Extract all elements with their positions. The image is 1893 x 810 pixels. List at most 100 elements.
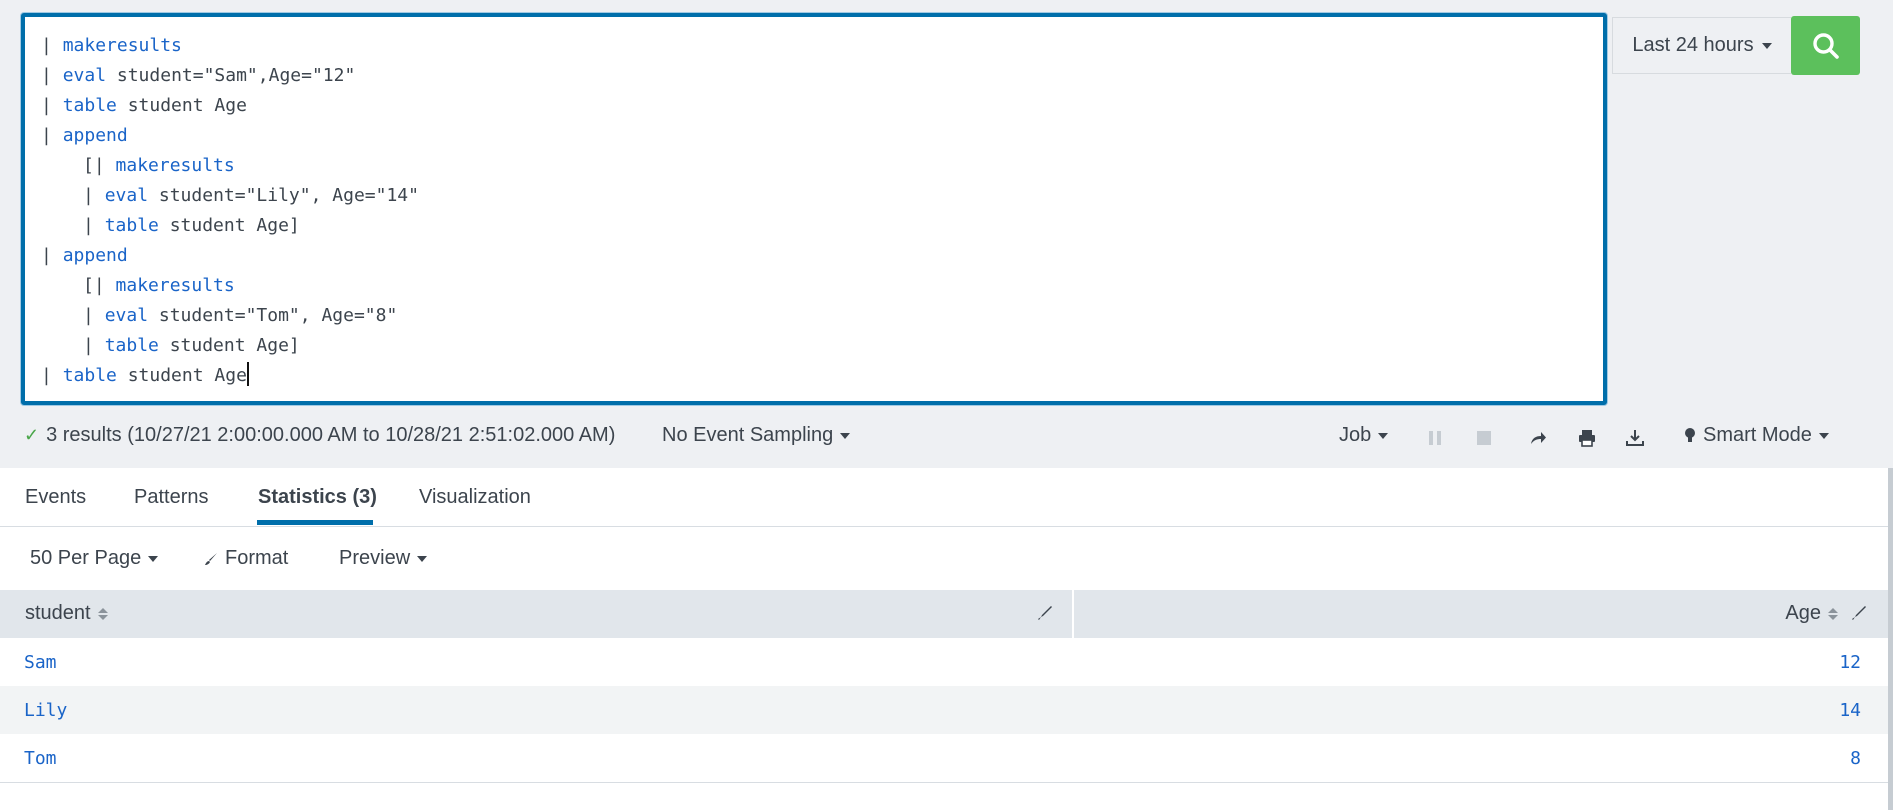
pause-job-button[interactable]	[1425, 428, 1445, 448]
page-footer-area	[0, 783, 1893, 810]
results-controls: 50 Per Page Format Preview	[0, 527, 1893, 590]
query-token: student Age	[116, 95, 247, 116]
active-tab-indicator	[257, 520, 373, 525]
stop-job-button[interactable]	[1474, 428, 1494, 448]
query-line: | eval student="Lily", Age="14"	[41, 181, 419, 211]
table-row: Sam 12	[0, 638, 1893, 686]
tab-statistics[interactable]: Statistics (3)	[258, 486, 377, 509]
query-token: student Age]	[158, 215, 300, 236]
query-command: table	[104, 215, 159, 236]
chevron-down-icon	[1818, 432, 1829, 439]
search-query-editor[interactable]: | makeresults | eval student="Sam",Age="1…	[21, 13, 1607, 405]
query-command: eval	[104, 185, 149, 206]
query-command: table	[104, 335, 159, 356]
time-range-label: Last 24 hours	[1632, 34, 1754, 56]
chevron-down-icon	[417, 555, 428, 562]
query-token: |	[41, 125, 63, 146]
stop-icon	[1477, 431, 1491, 445]
edit-column-icon[interactable]	[1850, 604, 1868, 622]
query-command: eval	[62, 65, 107, 86]
search-button[interactable]	[1791, 16, 1860, 75]
search-icon	[1812, 32, 1839, 59]
column-header-student[interactable]: student	[25, 602, 108, 625]
checkmark-icon: ✓	[24, 425, 40, 445]
chevron-down-icon	[840, 432, 851, 439]
edit-column-icon[interactable]	[1036, 604, 1054, 622]
export-button[interactable]	[1625, 428, 1645, 448]
query-token: |	[41, 65, 63, 86]
tab-patterns[interactable]: Patterns	[134, 486, 208, 509]
table-row: Lily 14	[0, 686, 1893, 734]
query-token: |	[83, 215, 105, 236]
results-count-text: 3 results (10/27/21 2:00:00.000 AM to 10…	[46, 424, 616, 446]
preview-dropdown[interactable]: Preview	[339, 547, 428, 570]
query-line: | table student Age	[41, 361, 419, 391]
paintbrush-icon	[205, 552, 217, 565]
column-divider	[1072, 590, 1074, 638]
chevron-down-icon	[1761, 42, 1772, 49]
student-cell[interactable]: Tom	[24, 748, 57, 769]
query-command: eval	[104, 305, 149, 326]
share-icon	[1531, 432, 1546, 444]
search-mode-dropdown[interactable]: Smart Mode	[1684, 424, 1829, 447]
pause-icon	[1429, 431, 1441, 445]
search-query-text[interactable]: | makeresults | eval student="Sam",Age="1…	[41, 31, 419, 391]
job-menu[interactable]: Job	[1339, 424, 1389, 447]
results-table-header: student Age	[0, 590, 1893, 638]
age-cell[interactable]: 12	[1839, 652, 1861, 673]
tab-events[interactable]: Events	[25, 486, 86, 509]
per-page-dropdown[interactable]: 50 Per Page	[30, 547, 159, 570]
query-token: |	[41, 95, 63, 116]
query-token: student="Lily", Age="14"	[148, 185, 419, 206]
table-row: Tom 8	[0, 734, 1893, 782]
share-job-button[interactable]	[1528, 428, 1548, 448]
tab-visualization[interactable]: Visualization	[419, 486, 531, 509]
age-cell[interactable]: 8	[1850, 748, 1861, 769]
query-line: [| makeresults	[41, 271, 419, 301]
scrollbar[interactable]	[1888, 468, 1893, 810]
query-token: student Age]	[158, 335, 300, 356]
time-range-picker[interactable]: Last 24 hours	[1612, 17, 1791, 74]
results-summary: ✓ 3 results (10/27/21 2:00:00.000 AM to …	[24, 424, 615, 447]
query-line: | table student Age]	[41, 211, 419, 241]
download-icon	[1626, 430, 1644, 446]
query-line: | table student Age]	[41, 331, 419, 361]
column-header-age[interactable]: Age	[1785, 602, 1838, 625]
query-token: |	[41, 245, 63, 266]
text-cursor	[246, 362, 249, 386]
job-status-bar: ✓ 3 results (10/27/21 2:00:00.000 AM to …	[0, 418, 1893, 454]
query-token: [|	[83, 155, 116, 176]
query-command: append	[62, 125, 128, 146]
chevron-down-icon	[148, 555, 159, 562]
query-token: student="Sam",Age="12"	[106, 65, 356, 86]
query-line: | append	[41, 241, 419, 271]
query-token: [|	[83, 275, 116, 296]
age-cell[interactable]: 14	[1839, 700, 1861, 721]
query-command: makeresults	[62, 35, 182, 56]
query-command: append	[62, 245, 128, 266]
query-command: table	[62, 95, 117, 116]
query-line: | makeresults	[41, 31, 419, 61]
query-line: [| makeresults	[41, 151, 419, 181]
query-line: | eval student="Sam",Age="12"	[41, 61, 419, 91]
job-menu-label: Job	[1339, 424, 1372, 446]
query-line: | append	[41, 121, 419, 151]
query-command: table	[62, 365, 117, 386]
student-cell[interactable]: Sam	[24, 652, 57, 673]
preview-label: Preview	[339, 547, 411, 569]
query-token: student Age	[116, 365, 247, 386]
event-sampling-dropdown[interactable]: No Event Sampling	[662, 424, 851, 447]
print-icon	[1579, 430, 1595, 447]
query-token: |	[41, 365, 63, 386]
print-button[interactable]	[1577, 428, 1597, 448]
per-page-label: 50 Per Page	[30, 547, 142, 569]
student-cell[interactable]: Lily	[24, 700, 67, 721]
format-button[interactable]: Format	[204, 547, 288, 570]
query-token: |	[83, 185, 105, 206]
lightbulb-icon	[1685, 427, 1695, 442]
query-command: makeresults	[115, 155, 235, 176]
column-header-label: Age	[1785, 602, 1821, 624]
query-token: |	[41, 35, 63, 56]
format-label: Format	[225, 547, 289, 569]
column-header-label: student	[25, 602, 91, 624]
